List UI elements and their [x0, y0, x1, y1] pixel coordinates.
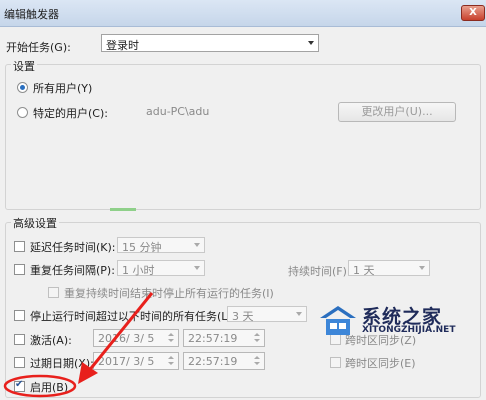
pointer-arrow-line — [86, 292, 154, 373]
highlight-ellipse — [3, 374, 77, 398]
watermark-url: XITONGZHIJIA.NET — [362, 325, 456, 335]
annotation-overlay — [3, 292, 154, 398]
watermark-logo-icon — [320, 306, 356, 335]
